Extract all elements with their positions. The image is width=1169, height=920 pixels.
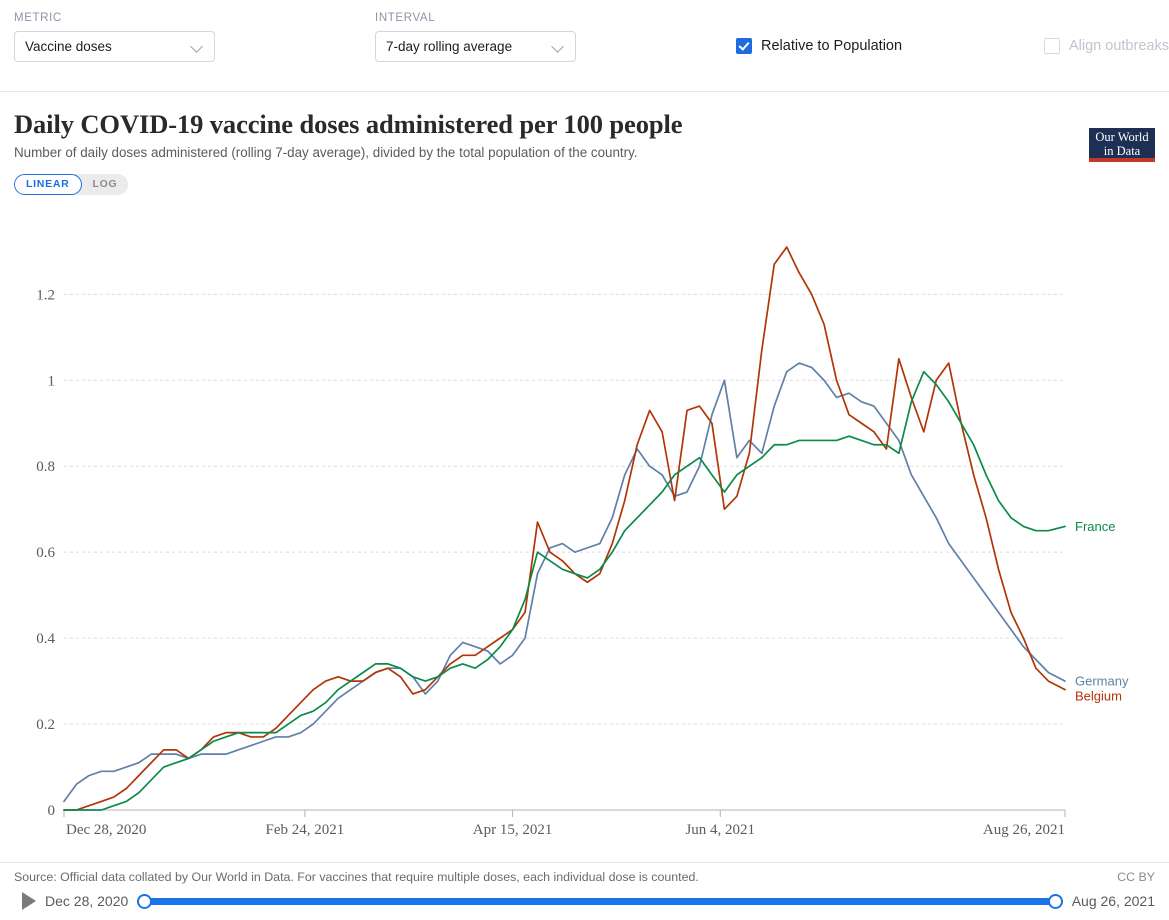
scale-linear-button[interactable]: LINEAR [14,173,82,195]
relative-to-population-checkbox[interactable]: Relative to Population [736,38,902,54]
time-slider[interactable]: Dec 28, 2020 Aug 26, 2021 [14,884,1155,920]
slider-track-wrap[interactable] [137,892,1063,910]
checkbox-checked-icon [736,38,752,54]
chart-panel: Our World in Data Daily COVID-19 vaccine… [0,109,1169,848]
x-axis-tick-label: Apr 15, 2021 [473,822,553,838]
series-label-belgium[interactable]: Belgium [1075,688,1122,703]
x-axis-tick-label: Feb 24, 2021 [266,822,345,838]
metric-control: METRIC Vaccine doses [14,12,215,62]
interval-select-value: 7-day rolling average [386,39,513,54]
interval-control: INTERVAL 7-day rolling average [375,12,576,62]
y-axis-tick-label: 1 [48,373,56,389]
series-line-belgium[interactable] [63,245,1066,811]
y-axis-tick-label: 1.2 [36,287,55,303]
metric-select-value: Vaccine doses [25,39,112,54]
interval-label: INTERVAL [375,12,436,24]
y-axis-tick-label: 0 [48,803,56,819]
chevron-down-icon [552,40,565,53]
x-axis-tick-label: Aug 26, 2021 [983,822,1065,838]
chart-subtitle: Number of daily doses administered (roll… [14,144,638,160]
series-line-germany[interactable] [63,361,1066,802]
slider-handle-end[interactable] [1047,893,1063,909]
metric-select[interactable]: Vaccine doses [14,31,215,62]
y-axis-tick-label: 0.2 [36,717,55,733]
series-label-germany[interactable]: Germany [1075,673,1129,688]
slider-track[interactable] [137,897,1063,905]
checkbox-unchecked-icon [1044,38,1060,54]
x-axis-tick-label: Dec 28, 2020 [66,822,146,838]
chevron-down-icon [191,40,204,53]
chart-page: METRIC Vaccine doses INTERVAL 7-day roll… [0,0,1169,920]
slider-start-date: Dec 28, 2020 [45,893,129,909]
x-axis-tick-label: Jun 4, 2021 [685,822,755,838]
slider-handle-start[interactable] [137,893,153,909]
line-chart[interactable]: 0 0.2 0.4 0.6 0.8 1 1.2 Dec 28, 2020 Feb 24, 202… [14,203,1155,848]
relative-to-population-label: Relative to Population [761,38,903,54]
source-note: Source: Official data collated by Our Wo… [14,870,699,884]
owid-logo-line2: in Data [1103,143,1141,158]
page-title: Daily COVID-19 vaccine doses administere… [14,109,683,139]
scale-log-button[interactable]: LOG [81,173,129,195]
plot-area: 0 0.2 0.4 0.6 0.8 1 1.2 Dec 28, 2020 Feb 24, 202… [14,203,1155,848]
y-axis-tick-label: 0.6 [36,545,55,561]
align-outbreaks-checkbox: Align outbreaks [1044,38,1169,54]
slider-end-date: Aug 26, 2021 [1071,893,1155,909]
y-axis-tick-label: 0.8 [36,459,55,475]
y-axis-tick-label: 0.4 [36,631,55,647]
align-outbreaks-label: Align outbreaks [1069,38,1169,54]
series-label-france[interactable]: France [1075,519,1115,534]
series-line-france[interactable] [63,370,1066,811]
play-icon[interactable] [22,892,36,910]
license-label[interactable]: CC BY [1117,870,1155,884]
owid-logo[interactable]: Our World in Data [1089,128,1155,162]
interval-select[interactable]: 7-day rolling average [375,31,576,62]
chart-footer: Source: Official data collated by Our Wo… [0,862,1169,920]
owid-logo-line1: Our World [1095,130,1149,144]
scale-toggle: LINEAR LOG [14,173,129,195]
controls-bar: METRIC Vaccine doses INTERVAL 7-day roll… [0,0,1169,92]
metric-label: METRIC [14,12,62,24]
